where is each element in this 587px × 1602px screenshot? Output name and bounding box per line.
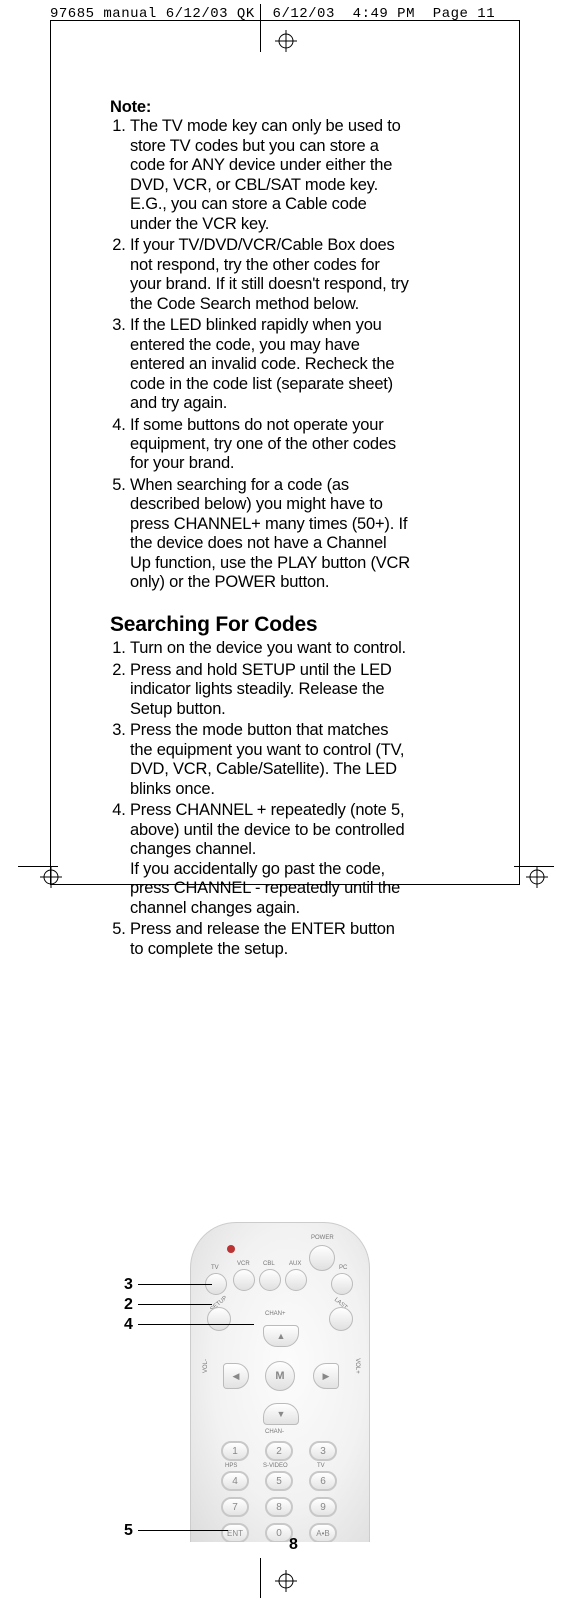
page-number: 8	[0, 1536, 587, 1554]
svideo-label: S-VIDEO	[263, 1463, 288, 1469]
mode-aux-button	[285, 1269, 307, 1291]
print-header: 97685 manual 6/12/03 QK 6/12/03 4:49 PM …	[50, 6, 567, 22]
callout-5-line	[138, 1530, 228, 1531]
search-steps: Turn on the device you want to control. …	[110, 639, 410, 959]
callout-3: 3	[124, 1276, 133, 1294]
search-step: Turn on the device you want to control.	[130, 639, 410, 658]
power-label: POWER	[311, 1235, 334, 1241]
mode-cbl-label: CBL	[263, 1261, 275, 1267]
menu-button: M	[265, 1361, 295, 1391]
note-item: When searching for a code (as described …	[130, 476, 410, 593]
num-7: 7	[221, 1497, 249, 1517]
dpad: ▲ ▼ ◀ ▶ M	[229, 1341, 333, 1417]
mode-vcr-button	[233, 1269, 255, 1291]
chan-down-button: ▼	[263, 1403, 299, 1425]
num-4: 4	[221, 1471, 249, 1491]
led-indicator	[227, 1245, 235, 1253]
num-9: 9	[309, 1497, 337, 1517]
mode-vcr-label: VCR	[237, 1261, 250, 1267]
mode-pc-button	[331, 1273, 353, 1295]
setup-button	[207, 1307, 231, 1331]
callout-2-line	[138, 1304, 212, 1305]
registration-mark-bottom	[275, 1570, 297, 1597]
vol-minus-label: VOL-	[203, 1359, 209, 1373]
search-title: Searching For Codes	[110, 613, 410, 638]
header-filename: 97685 manual 6/12/03 QK	[50, 6, 255, 22]
num-3: 3	[309, 1441, 337, 1461]
bottom-tick	[260, 1558, 261, 1598]
vol-up-button: ▶	[313, 1363, 339, 1389]
last-button	[329, 1307, 353, 1331]
note-item: If your TV/DVD/VCR/Cable Box does not re…	[130, 236, 410, 314]
note-item: The TV mode key can only be used to stor…	[130, 117, 410, 234]
note-list: The TV mode key can only be used to stor…	[110, 117, 410, 592]
search-step: Press the mode button that matches the e…	[130, 721, 410, 799]
callout-4: 4	[124, 1316, 133, 1334]
header-date: 6/12/03	[273, 6, 335, 22]
vol-down-button: ◀	[223, 1363, 249, 1389]
right-arrow-icon: ▶	[323, 1371, 330, 1382]
num-8: 8	[265, 1497, 293, 1517]
search-step: Press and release the ENTER button to co…	[130, 920, 410, 959]
chan-plus-label: CHAN+	[265, 1311, 286, 1317]
mode-aux-label: AUX	[289, 1261, 301, 1267]
registration-mark-right	[526, 866, 548, 893]
mode-cbl-button	[259, 1269, 281, 1291]
note-item: If some buttons do not operate your equi…	[130, 416, 410, 474]
mode-pc-label: PC	[339, 1265, 347, 1271]
vol-plus-label: VOL+	[354, 1358, 360, 1374]
callout-2: 2	[124, 1296, 133, 1314]
num-6: 6	[309, 1471, 337, 1491]
header-page: Page 11	[433, 6, 495, 22]
left-arrow-icon: ◀	[233, 1371, 240, 1382]
up-arrow-icon: ▲	[277, 1331, 286, 1341]
down-arrow-icon: ▼	[277, 1409, 286, 1419]
header-time: 4:49 PM	[353, 6, 415, 22]
note-title: Note:	[110, 98, 410, 117]
hps-label: HPS	[225, 1463, 237, 1469]
registration-mark-left	[40, 866, 62, 893]
chan-minus-label: CHAN-	[265, 1429, 284, 1435]
tv-sub-label: TV	[317, 1463, 325, 1469]
num-1: 1	[221, 1441, 249, 1461]
chan-up-button: ▲	[263, 1325, 299, 1347]
top-tick	[260, 4, 261, 52]
remote-illustration: POWER TV VCR CBL AUX PC SETUP LAST CHAN+…	[190, 1222, 370, 1542]
note-item: If the LED blinked rapidly when you ente…	[130, 316, 410, 413]
callout-4-line	[138, 1324, 254, 1325]
registration-mark-top	[275, 30, 297, 57]
body-text: Note: The TV mode key can only be used t…	[110, 98, 410, 961]
num-5: 5	[265, 1471, 293, 1491]
num-2: 2	[265, 1441, 293, 1461]
power-button	[309, 1245, 335, 1271]
mode-tv-label: TV	[211, 1265, 219, 1271]
search-step: Press CHANNEL + repeatedly (note 5, abov…	[130, 801, 410, 918]
search-step: Press and hold SETUP until the LED indic…	[130, 661, 410, 719]
callout-3-line	[138, 1284, 212, 1285]
